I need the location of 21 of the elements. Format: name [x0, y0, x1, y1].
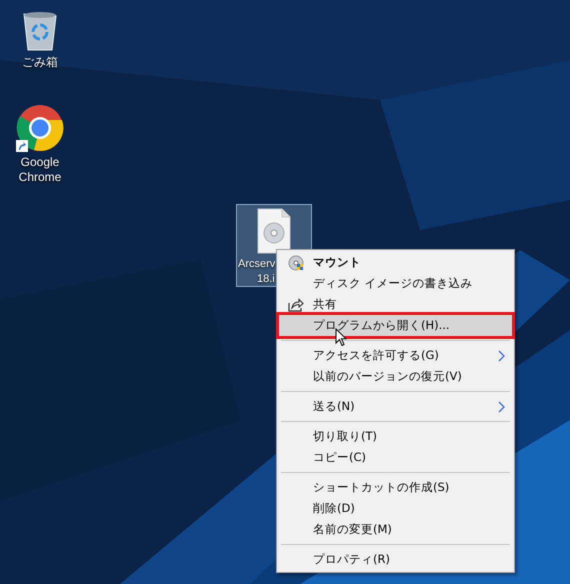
- menu-item[interactable]: プロパティ(R): [279, 549, 512, 570]
- icon-label: Google: [20, 155, 60, 170]
- share-icon: [288, 298, 304, 312]
- icon-label: 18.i: [257, 272, 275, 287]
- menu-item[interactable]: プログラムから開く(H)...: [279, 315, 512, 336]
- menu-item[interactable]: ショートカットの作成(S): [279, 477, 512, 498]
- icon-label: Arcserv: [238, 257, 276, 272]
- menu-item[interactable]: 名前の変更(M): [279, 519, 512, 540]
- menu-item[interactable]: コピー(C): [279, 447, 512, 468]
- menu-item[interactable]: 送る(N): [279, 396, 512, 417]
- shortcut-arrow-icon: [16, 140, 28, 152]
- menu-item[interactable]: アクセスを許可する(G): [279, 345, 512, 366]
- chevron-right-icon: [498, 350, 505, 362]
- icon-label: Chrome: [18, 170, 62, 185]
- disc-icon: [288, 254, 304, 270]
- menu-item[interactable]: 切り取り(T): [279, 426, 512, 447]
- chevron-right-icon: [498, 400, 505, 412]
- menu-item[interactable]: 以前のバージョンの復元(V): [279, 366, 512, 387]
- icon-label: ごみ箱: [22, 55, 58, 70]
- menu-item[interactable]: 削除(D): [279, 498, 512, 519]
- menu-item[interactable]: 共有: [279, 294, 512, 315]
